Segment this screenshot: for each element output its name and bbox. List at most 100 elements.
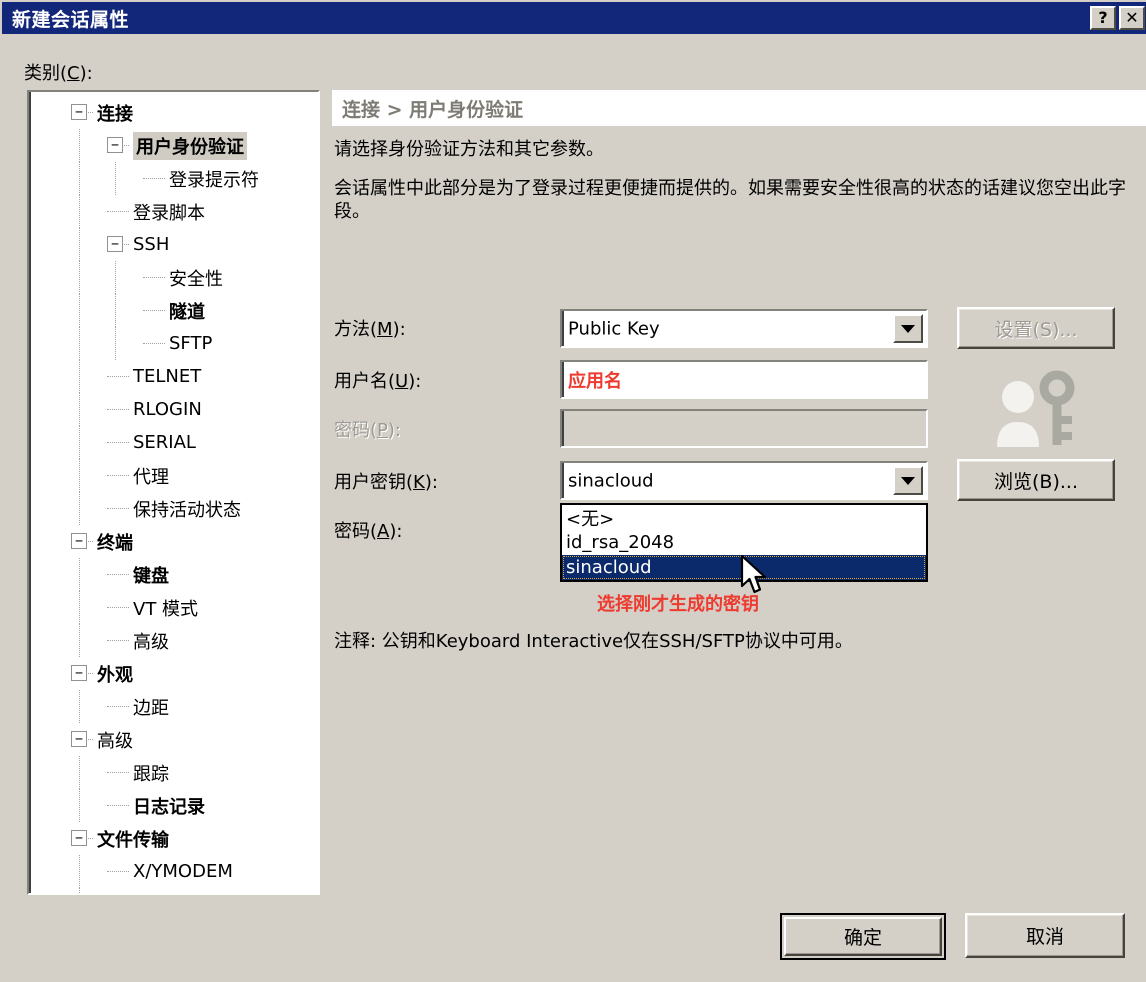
- tree-item-label: 代理: [133, 466, 169, 488]
- tree-item-label: 用户身份验证: [133, 131, 247, 160]
- tree-guide: [79, 888, 80, 893]
- tree-guide: [79, 591, 80, 624]
- tree-guide: [79, 690, 80, 723]
- tree-guide: [107, 706, 129, 707]
- tree-guide: [79, 558, 80, 591]
- tree-guide: [79, 492, 80, 525]
- close-icon[interactable]: ✕: [1119, 6, 1145, 30]
- new-session-properties-dialog: 新建会话属性 ? ✕ 类别(C): − 连接 − 用户身份验证 登录提示符 登录脚本 − SS…: [0, 0, 1146, 982]
- window-title: 新建会话属性: [12, 8, 130, 31]
- dropdown-option[interactable]: id_rsa_2048: [562, 530, 926, 555]
- breadcrumb: 连接 > 用户身份验证: [342, 98, 524, 121]
- chevron-down-icon[interactable]: [893, 314, 923, 343]
- tree-item[interactable]: 跟踪: [29, 756, 318, 789]
- ok-button-label: 确定: [784, 917, 942, 956]
- tree-guide: [107, 475, 129, 476]
- tree-item[interactable]: 日志记录: [29, 789, 318, 822]
- tree-guide: [115, 294, 116, 327]
- tree-guide: [107, 772, 129, 773]
- password-label: 密码(P):: [334, 420, 401, 441]
- tree-item[interactable]: − 文件传输: [29, 822, 318, 855]
- user-key-icon: [987, 370, 1082, 455]
- breadcrumb-band: 连接 > 用户身份验证: [332, 90, 1146, 126]
- tree-expander-icon[interactable]: −: [71, 533, 87, 549]
- userkey-combobox[interactable]: sinacloud: [560, 461, 928, 500]
- tree-item-label: 终端: [97, 532, 133, 554]
- ok-button[interactable]: 确定: [780, 913, 946, 960]
- tree-guide: [79, 294, 80, 327]
- tree-item[interactable]: 代理: [29, 459, 318, 492]
- tree-item[interactable]: − 外观: [29, 657, 318, 690]
- tree-guide: [143, 178, 165, 179]
- passphrase-label: 密码(A):: [334, 521, 403, 542]
- tree-item[interactable]: − 用户身份验证: [29, 129, 318, 162]
- username-label: 用户名(U):: [334, 371, 422, 392]
- tree-guide: [143, 343, 165, 344]
- userkey-label: 用户密钥(K):: [334, 472, 438, 493]
- tree-guide: [107, 640, 129, 641]
- tree-item[interactable]: VT 模式: [29, 591, 318, 624]
- category-tree[interactable]: − 连接 − 用户身份验证 登录提示符 登录脚本 − SSH 安全性 隧道 SFTP TELNET RL…: [27, 90, 320, 895]
- tree-item-label: SSH: [133, 234, 170, 255]
- tree-item[interactable]: SFTP: [29, 327, 318, 360]
- tree-item[interactable]: RLOGIN: [29, 393, 318, 426]
- tree-item[interactable]: 保持活动状态: [29, 492, 318, 525]
- tree-item-label: 文件传输: [97, 829, 169, 851]
- dropdown-option[interactable]: <无>: [562, 505, 926, 530]
- tree-item[interactable]: 隧道: [29, 294, 318, 327]
- cancel-button[interactable]: 取消: [965, 913, 1125, 958]
- userkey-value: sinacloud: [568, 470, 654, 491]
- tree-item[interactable]: ZMODEM: [29, 888, 318, 893]
- tree-expander-icon[interactable]: −: [107, 236, 123, 252]
- title-bar: 新建会话属性 ? ✕: [2, 2, 1146, 34]
- tree-item-label: 保持活动状态: [133, 499, 241, 521]
- method-combobox[interactable]: Public Key: [560, 309, 928, 348]
- tree-item[interactable]: − 高级: [29, 723, 318, 756]
- tree-item[interactable]: 键盘: [29, 558, 318, 591]
- tree-item[interactable]: 安全性: [29, 261, 318, 294]
- tree-item[interactable]: − 终端: [29, 525, 318, 558]
- mouse-cursor: [740, 554, 770, 602]
- tree-item[interactable]: 边距: [29, 690, 318, 723]
- tree-guide: [79, 129, 80, 162]
- tree-item[interactable]: 登录脚本: [29, 195, 318, 228]
- tree-item-label: 隧道: [169, 301, 205, 323]
- tree-guide: [143, 310, 165, 311]
- tree-guide: [79, 195, 80, 228]
- tree-item[interactable]: 高级: [29, 624, 318, 657]
- tree-expander-icon[interactable]: −: [71, 830, 87, 846]
- description-line-1: 请选择身份验证方法和其它参数。: [334, 139, 604, 160]
- tree-item[interactable]: SERIAL: [29, 426, 318, 459]
- tree-guide: [79, 162, 80, 195]
- browse-button[interactable]: 浏览(B)...: [957, 459, 1115, 501]
- tree-item[interactable]: − SSH: [29, 228, 318, 261]
- tree-item[interactable]: 登录提示符: [29, 162, 318, 195]
- tree-expander-icon[interactable]: −: [71, 731, 87, 747]
- tree-guide: [79, 855, 80, 888]
- tree-item-label: 高级: [133, 631, 169, 653]
- tree-item-label: 登录脚本: [133, 202, 205, 224]
- tree-guide: [107, 442, 129, 443]
- tree-guide: [79, 756, 80, 789]
- tree-item-label: X/YMODEM: [133, 861, 233, 882]
- method-value: Public Key: [568, 318, 660, 339]
- tree-item[interactable]: − 连接: [29, 96, 318, 129]
- tree-guide: [79, 459, 80, 492]
- settings-button[interactable]: 设置(S)...: [957, 307, 1115, 349]
- tree-item[interactable]: TELNET: [29, 360, 318, 393]
- username-input[interactable]: 应用名: [560, 360, 928, 399]
- tree-guide: [115, 261, 116, 294]
- tree-expander-icon[interactable]: −: [107, 137, 123, 153]
- key-hint-annotation: 选择刚才生成的密钥: [597, 594, 759, 615]
- tree-guide: [79, 360, 80, 393]
- chevron-down-icon[interactable]: [893, 466, 923, 495]
- tree-item[interactable]: X/YMODEM: [29, 855, 318, 888]
- tree-guide: [107, 607, 129, 608]
- tree-guide: [79, 624, 80, 657]
- tree-item-label: 边距: [133, 697, 169, 719]
- help-icon[interactable]: ?: [1090, 6, 1116, 30]
- tree-expander-icon[interactable]: −: [71, 104, 87, 120]
- category-accel: C: [67, 63, 80, 84]
- tree-expander-icon[interactable]: −: [71, 665, 87, 681]
- tree-item-label: 登录提示符: [169, 169, 259, 191]
